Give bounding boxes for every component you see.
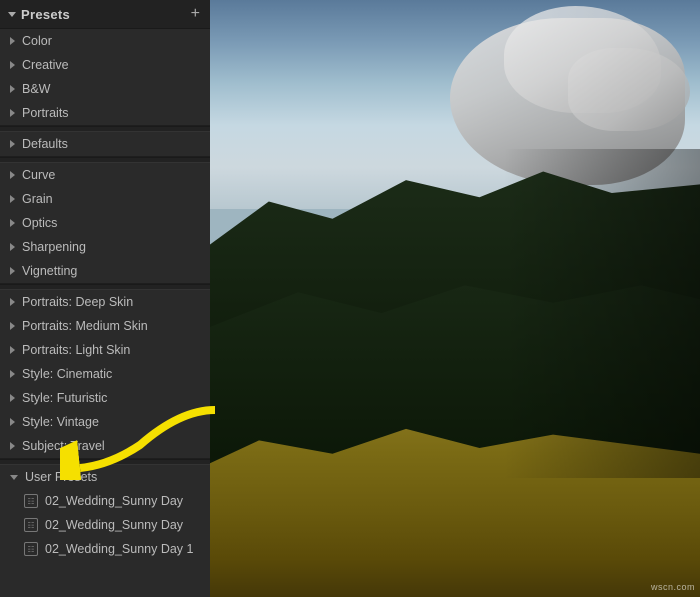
cloud-tertiary [568, 48, 691, 132]
arrow-icon [10, 219, 15, 227]
preset-label: Color [22, 34, 52, 48]
preset-label: Optics [22, 216, 57, 230]
preset-item-portraits-light[interactable]: Portraits: Light Skin [0, 338, 210, 362]
preset-item-bw[interactable]: B&W [0, 77, 210, 101]
preset-item-style-futuristic[interactable]: Style: Futuristic [0, 386, 210, 410]
preset-group-4: Portraits: Deep Skin Portraits: Medium S… [0, 290, 210, 459]
arrow-icon [10, 140, 15, 148]
presets-sidebar: Presets + Color Creative B&W Portraits [0, 0, 210, 597]
preset-item-subject-travel[interactable]: Subject: Travel [0, 434, 210, 458]
preset-item-portraits[interactable]: Portraits [0, 101, 210, 125]
preset-item-curve[interactable]: Curve [0, 163, 210, 187]
preset-group-user: User Presets ☷ 02_Wedding_Sunny Day ☷ 02… [0, 465, 210, 561]
preset-group-2: Defaults [0, 132, 210, 157]
preset-label: 02_Wedding_Sunny Day [45, 518, 183, 532]
arrow-icon [10, 370, 15, 378]
preset-label: Style: Futuristic [22, 391, 107, 405]
preset-item-defaults[interactable]: Defaults [0, 132, 210, 156]
preset-file-wedding-2[interactable]: ☷ 02_Wedding_Sunny Day [0, 513, 210, 537]
arrow-icon [10, 346, 15, 354]
preset-label: Defaults [22, 137, 68, 151]
preset-label: Grain [22, 192, 53, 206]
presets-list: Color Creative B&W Portraits Defaults [0, 29, 210, 597]
arrow-icon [10, 418, 15, 426]
preset-label: B&W [22, 82, 50, 96]
landscape-photo [210, 0, 700, 597]
preset-label: Sharpening [22, 240, 86, 254]
preset-item-portraits-medium[interactable]: Portraits: Medium Skin [0, 314, 210, 338]
arrow-down-icon [10, 475, 18, 480]
arrow-icon [10, 195, 15, 203]
preset-label: Style: Vintage [22, 415, 99, 429]
preset-item-portraits-deep[interactable]: Portraits: Deep Skin [0, 290, 210, 314]
preset-item-style-cinematic[interactable]: Style: Cinematic [0, 362, 210, 386]
preset-file-wedding-3[interactable]: ☷ 02_Wedding_Sunny Day 1 [0, 537, 210, 561]
mountain-shadow [504, 149, 700, 477]
arrow-icon [10, 85, 15, 93]
preset-label: Portraits: Medium Skin [22, 319, 148, 333]
arrow-icon [10, 322, 15, 330]
arrow-icon [10, 394, 15, 402]
preset-label: Vignetting [22, 264, 77, 278]
preset-label: Subject: Travel [22, 439, 105, 453]
sidebar-collapse-icon[interactable] [8, 12, 16, 17]
watermark: wscn.com [651, 582, 695, 592]
preset-label: 02_Wedding_Sunny Day [45, 494, 183, 508]
sidebar-header: Presets + [0, 0, 210, 29]
arrow-icon [10, 442, 15, 450]
arrow-icon [10, 37, 15, 45]
preset-label: Creative [22, 58, 69, 72]
arrow-icon [10, 298, 15, 306]
preset-label: Portraits: Light Skin [22, 343, 130, 357]
preset-item-creative[interactable]: Creative [0, 53, 210, 77]
preset-label: Style: Cinematic [22, 367, 112, 381]
preset-item-optics[interactable]: Optics [0, 211, 210, 235]
preset-label: Portraits: Deep Skin [22, 295, 133, 309]
preset-label: 02_Wedding_Sunny Day 1 [45, 542, 194, 556]
preset-label: User Presets [25, 470, 97, 484]
arrow-icon [10, 267, 15, 275]
preset-group-3: Curve Grain Optics Sharpening Vignetting [0, 163, 210, 284]
preset-label: Portraits [22, 106, 69, 120]
preset-file-wedding-1[interactable]: ☷ 02_Wedding_Sunny Day [0, 489, 210, 513]
arrow-icon [10, 243, 15, 251]
preset-group-1: Color Creative B&W Portraits [0, 29, 210, 126]
preset-label: Curve [22, 168, 55, 182]
preset-item-color[interactable]: Color [0, 29, 210, 53]
preset-item-style-vintage[interactable]: Style: Vintage [0, 410, 210, 434]
add-preset-button[interactable]: + [191, 6, 200, 22]
preset-file-icon: ☷ [24, 518, 38, 532]
preset-item-sharpening[interactable]: Sharpening [0, 235, 210, 259]
preset-file-icon: ☷ [24, 542, 38, 556]
photo-area: wscn.com [210, 0, 700, 597]
sidebar-title: Presets [21, 7, 70, 22]
arrow-icon [10, 61, 15, 69]
sidebar-header-left: Presets [8, 7, 70, 22]
preset-item-grain[interactable]: Grain [0, 187, 210, 211]
arrow-icon [10, 109, 15, 117]
arrow-icon [10, 171, 15, 179]
preset-item-user-presets[interactable]: User Presets [0, 465, 210, 489]
preset-item-vignetting[interactable]: Vignetting [0, 259, 210, 283]
preset-file-icon: ☷ [24, 494, 38, 508]
